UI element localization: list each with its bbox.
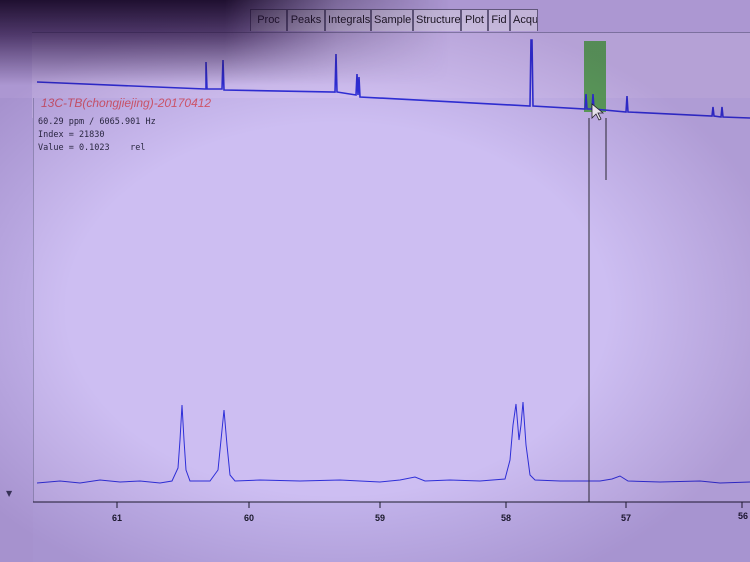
spectrum-graphics (33, 39, 750, 508)
cursor-readout: 60.29 ppm / 6065.901 Hz Index = 21830 Va… (38, 116, 156, 155)
tick-label-61: 61 (112, 513, 123, 523)
tick-label-58: 58 (501, 513, 512, 523)
cursor-ppm-hz: 60.29 ppm / 6065.901 Hz (38, 117, 156, 127)
scroll-down-arrow-icon[interactable]: ▼ (6, 489, 12, 498)
cursor-value: Value = 0.1023 rel (38, 143, 146, 153)
spectrum-trace (36, 401, 750, 484)
main-spectrum (36, 401, 750, 484)
tick-label-56: 56 (738, 511, 749, 521)
tick-label-57: 57 (621, 513, 632, 523)
overview-selection-region[interactable] (584, 41, 606, 112)
cursor-index: Index = 21830 (38, 130, 105, 140)
tick-label-59: 59 (375, 513, 386, 523)
cursor-unit: rel (130, 143, 146, 153)
axis-ticks (33, 501, 750, 508)
spectrum-title: 13C-TB(chongjiejing)-20170412 (41, 96, 212, 110)
tick-label-60: 60 (244, 513, 255, 523)
